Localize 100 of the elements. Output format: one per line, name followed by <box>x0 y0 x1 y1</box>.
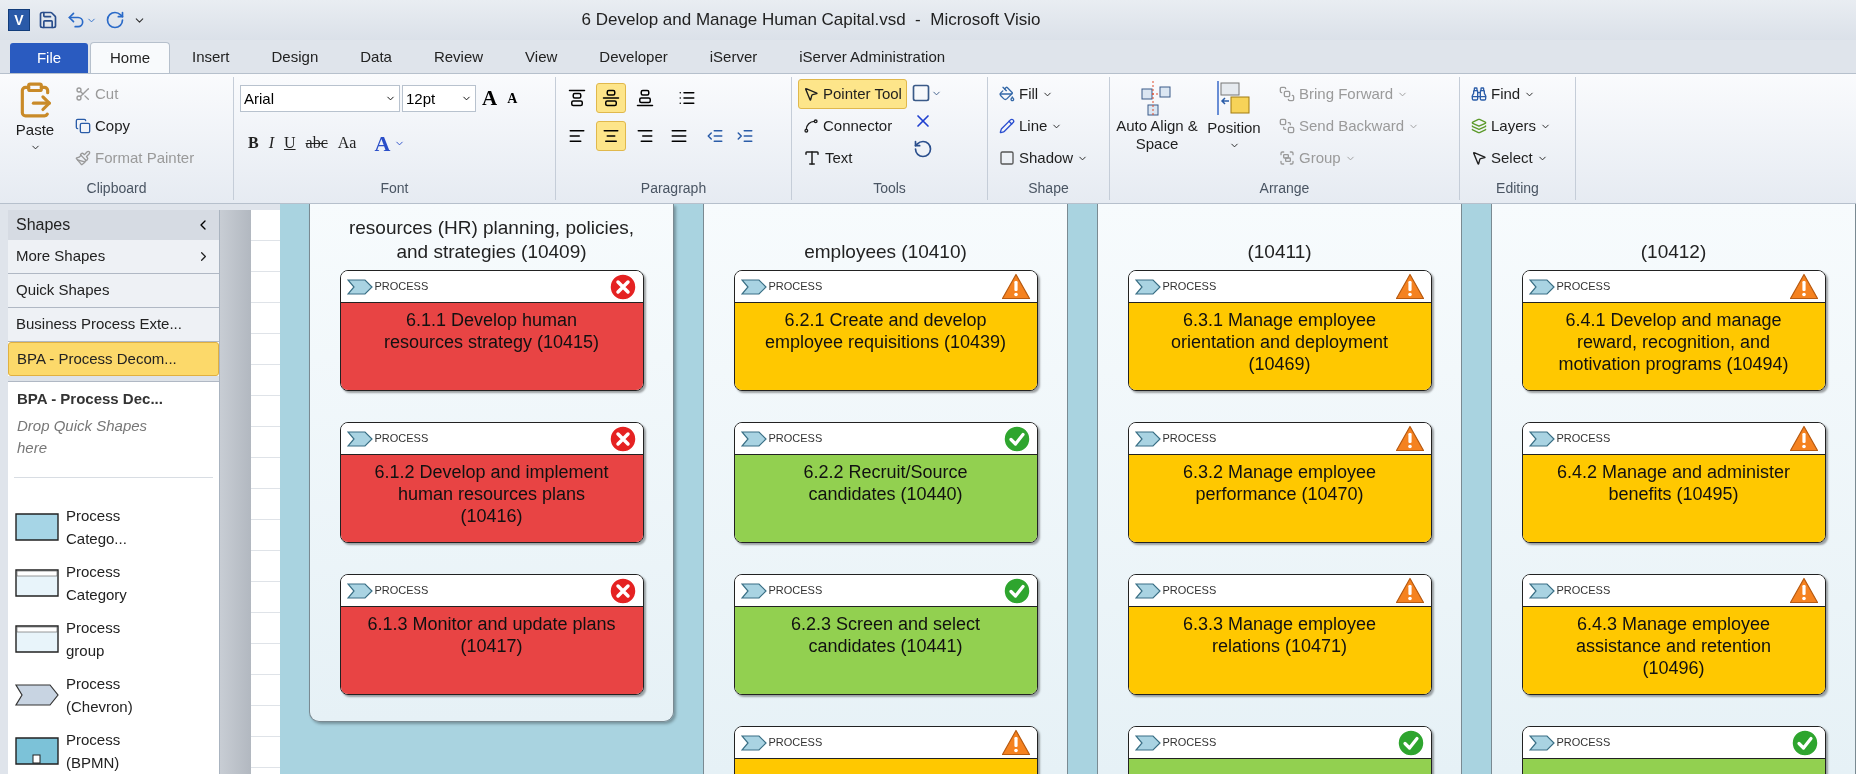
position-button[interactable]: Position <box>1198 79 1270 178</box>
editing-button[interactable]: Find <box>1466 79 1557 109</box>
process-card[interactable]: PROCESS 6.3.3 Manage employee relations (10471) <box>1127 574 1432 695</box>
category-title: and strategies (10409) <box>396 240 587 264</box>
stencil-shape[interactable]: Process Catego... <box>14 503 213 550</box>
paste-button[interactable]: Paste <box>6 79 64 178</box>
stencil-shape[interactable]: Process group <box>14 615 213 662</box>
ribbon-tab[interactable]: iServer <box>689 42 778 73</box>
format-button[interactable]: U <box>284 131 296 155</box>
editing-button[interactable]: Select <box>1466 143 1557 173</box>
drop-hint: Drop Quick Shapes here <box>16 415 149 458</box>
copy-icon <box>75 118 91 134</box>
card-title: 6.1.1 Develop human resources strategy (10415) <box>382 309 601 353</box>
process-card[interactable]: PROCESS <box>1127 726 1432 774</box>
tool-button[interactable]: Text <box>798 143 907 173</box>
process-card[interactable]: PROCESS 6.3.1 Manage employee orientation and deployment (10469) <box>1127 270 1432 391</box>
stencil-shape-label: Process Catego... <box>66 505 128 549</box>
chevron-icon <box>1134 582 1161 599</box>
redo-button[interactable] <box>105 10 125 30</box>
stencil-shape-label: Process group <box>66 617 122 661</box>
save-icon <box>38 10 58 30</box>
process-card[interactable]: PROCESS <box>1521 726 1826 774</box>
file-tab[interactable]: File <box>10 43 88 73</box>
shape-format-button[interactable]: Shadow <box>994 143 1094 173</box>
process-card[interactable]: PROCESS 6.1.1 Develop human resources strategy (10415) <box>339 270 644 391</box>
process-card[interactable]: PROCESS 6.4.1 Develop and manage reward, recognition, and motivation programs (10494) <box>1521 270 1826 391</box>
format-button[interactable]: abc <box>305 131 328 155</box>
card-type: PROCESS <box>1162 279 1217 295</box>
process-card[interactable]: PROCESS 6.1.3 Monitor and update plans (10417) <box>339 574 644 695</box>
save-button[interactable] <box>38 10 58 30</box>
align-icon <box>568 89 586 107</box>
text-icon <box>803 149 821 167</box>
card-title: 6.1.3 Monitor and update plans (10417) <box>366 613 617 657</box>
process-card[interactable]: PROCESS 6.2.3 Screen and select candidates (10441) <box>733 574 1038 695</box>
chevron-icon <box>1134 278 1161 295</box>
chevron-icon <box>346 430 373 447</box>
stencil-menu-item[interactable]: Business Process Exte... <box>8 308 219 342</box>
auto-align-button[interactable]: Auto Align & Space <box>1116 79 1198 178</box>
category-title: (10412) <box>1640 240 1707 264</box>
undo-button[interactable] <box>66 10 97 30</box>
stencil-shape[interactable]: Process (BPMN) <box>14 727 213 774</box>
format-button[interactable]: I <box>268 131 274 155</box>
process-card[interactable]: PROCESS 6.2.2 Recruit/Source candidates (10440) <box>733 422 1038 543</box>
process-card[interactable]: PROCESS 6.1.2 Develop and implement human resources plans (10416) <box>339 422 644 543</box>
stencil-menu-item[interactable]: Quick Shapes <box>8 274 219 308</box>
stencil-menu-item[interactable]: BPA - Process Decom... <box>8 342 219 376</box>
group-label: Font <box>379 179 410 198</box>
ribbon-tab[interactable]: Developer <box>579 42 688 73</box>
horizontal-align-button[interactable] <box>596 121 626 151</box>
chevron-icon <box>740 734 767 751</box>
card-title: 6.4.1 Develop and manage reward, recognition, and motivation programs (10494) <box>1557 309 1790 375</box>
align-icon <box>636 127 654 145</box>
font-color-button[interactable]: A <box>374 126 406 160</box>
format-button[interactable]: B <box>248 131 259 155</box>
ribbon-tab[interactable]: iServer Administration <box>779 42 966 73</box>
card-type: PROCESS <box>1556 431 1611 447</box>
process-card[interactable]: PROCESS 6.2.1 Create and develop employee requisitions (10439) <box>733 270 1038 391</box>
vertical-align-button[interactable] <box>596 83 626 113</box>
tool-button[interactable]: Connector <box>798 111 907 141</box>
pointer-icon <box>1471 150 1487 166</box>
process-card[interactable]: PROCESS 6.4.3 Manage employee assistance and retention (10496) <box>1521 574 1826 695</box>
clipboard-button[interactable]: Copy <box>70 111 200 141</box>
shape-format-button[interactable]: Line <box>994 111 1094 141</box>
card-title: 6.3.1 Manage employee orientation and deployment (10469) <box>1169 309 1390 375</box>
category-title: resources (HR) planning, policies, <box>348 216 635 240</box>
stencil-menu-item[interactable]: More Shapes <box>8 240 219 274</box>
stencil-shape[interactable]: Process (Chevron) <box>14 671 213 718</box>
stencil-shape[interactable]: Process Category <box>14 559 213 606</box>
align-icon <box>568 127 586 145</box>
format-button[interactable]: Aa <box>337 131 357 155</box>
rectangle-tool-button[interactable] <box>910 83 942 103</box>
ribbon-tab[interactable]: Review <box>413 42 504 73</box>
card-type: PROCESS <box>374 431 429 447</box>
group-label: Clipboard <box>85 179 148 198</box>
card-type: PROCESS <box>1162 431 1217 447</box>
grow-font-button[interactable]: A <box>478 83 502 115</box>
font-name-field[interactable]: Arial <box>240 85 400 113</box>
editing-button[interactable]: Layers <box>1466 111 1557 141</box>
group-label: Arrange <box>1258 179 1311 198</box>
chevron-icon <box>1528 734 1555 751</box>
paintbrush-icon <box>75 150 91 166</box>
ribbon-tab[interactable]: View <box>505 42 578 73</box>
card-type: PROCESS <box>1162 583 1217 599</box>
shrink-font-button[interactable]: A <box>503 88 522 110</box>
process-card[interactable]: PROCESS 6.4.2 Manage and administer benefits (10495) <box>1521 422 1826 543</box>
ribbon-tab[interactable]: Data <box>340 42 412 73</box>
process-card[interactable]: PROCESS <box>733 726 1038 774</box>
shadow-icon <box>999 150 1015 166</box>
tool-button[interactable]: Pointer Tool <box>798 79 907 109</box>
shape-format-button[interactable]: Fill <box>994 79 1094 109</box>
app-logo: V <box>8 9 30 31</box>
card-type: PROCESS <box>768 431 823 447</box>
group-label: Tools <box>872 179 907 198</box>
process-card[interactable]: PROCESS 6.3.2 Manage employee performance (10470) <box>1127 422 1432 543</box>
ribbon-tab[interactable]: Design <box>251 42 339 73</box>
font-size-field[interactable]: 12pt <box>402 85 476 113</box>
group-icon <box>1279 150 1295 166</box>
chevron-icon <box>740 582 767 599</box>
ribbon-tab[interactable]: Insert <box>172 42 250 73</box>
ribbon-tab[interactable]: Home <box>90 42 170 73</box>
